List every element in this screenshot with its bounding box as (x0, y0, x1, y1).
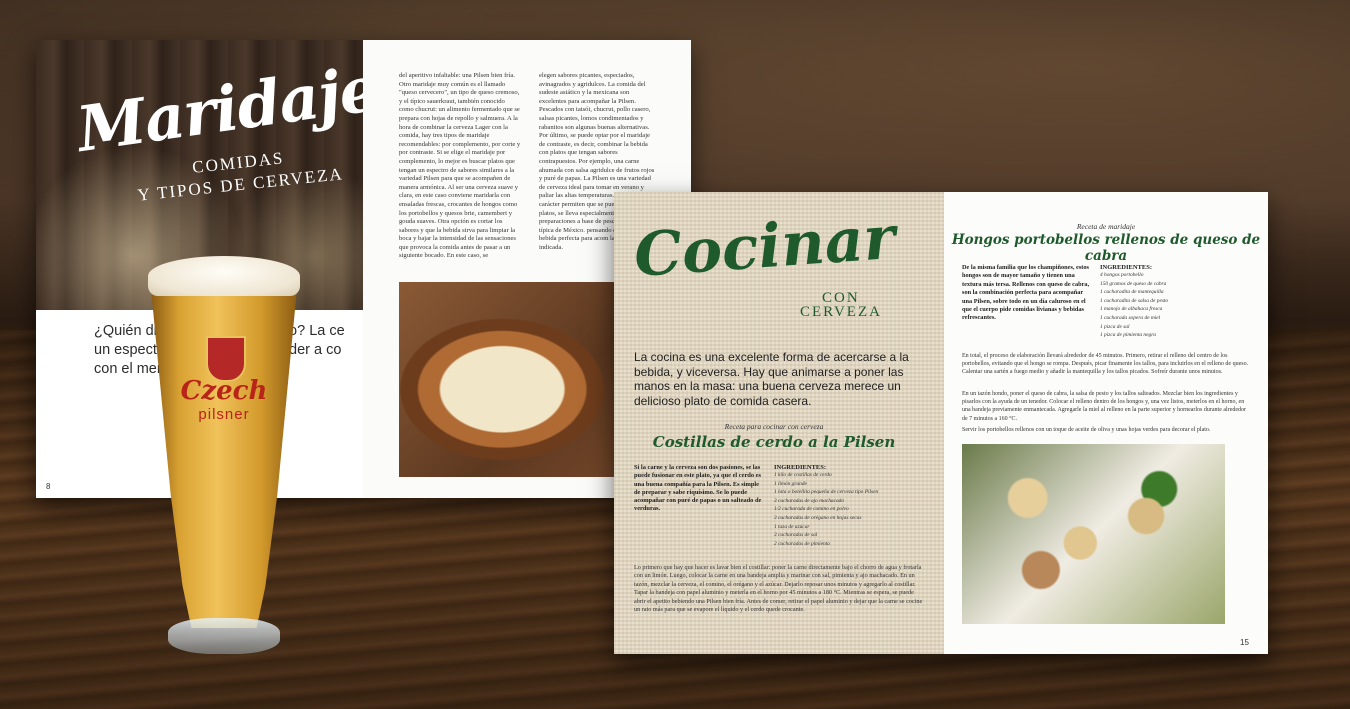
ingredient-item: 4 hongos portobello (1100, 272, 1144, 278)
ingredient-item: 1 taza de azúcar (774, 523, 810, 530)
beer-foam (148, 256, 300, 296)
ingredient-item: 2 cucharadas de pimienta (774, 540, 830, 547)
ingredient-item: 1 kilo de costillas de cerdo (774, 472, 832, 478)
ingredient-item: 1 cucharada sopera de miel (1100, 314, 1161, 321)
page-number: 8 (46, 482, 51, 491)
magazine-cocinar: Cocinar CON CERVEZA La cocina es una exc… (614, 192, 1268, 654)
ingredients-list: INGREDIENTES: 1 kilo de costillas de cer… (774, 464, 914, 548)
recipe-kicker: Receta para cocinar con cerveza (724, 422, 824, 431)
page-number: 15 (1240, 638, 1249, 647)
ingredient-item: 1/2 cucharada de comino en polvo (774, 506, 849, 513)
ingredient-item: 1 limón grande (774, 480, 807, 487)
recipe-title: Costillas de cerdo a la Pilsen (652, 433, 896, 451)
pairing-steps-3: Servir los portobellos rellenos con un t… (962, 427, 1211, 433)
ingredient-item: 150 gramos de queso de cabra (1100, 280, 1167, 287)
ingredients-heading: INGREDIENTES: (774, 464, 827, 471)
cocinar-title: Cocinar (631, 202, 898, 292)
cocinar-intro: La cocina es una excelente forma de acer… (634, 350, 909, 408)
magazine-maridajes: Maridajes COMIDAS Y TIPOS DE CERVEZA ¿Qu… (36, 40, 691, 498)
ingredient-item: 3 cucharadas de ajo machacado (774, 497, 845, 504)
ingredient-item: 1 pizca de pimienta negra (1100, 332, 1156, 339)
pairing-steps-1: En total, el proceso de elaboración llev… (962, 353, 1249, 376)
ingredients-heading: INGREDIENTES: (1100, 264, 1153, 271)
portobello-photo (962, 444, 1225, 624)
beer-glass-base (168, 618, 280, 654)
recipe-steps: Lo primero que hay que hacer es lavar bi… (634, 564, 923, 614)
pairing-steps-2: En un tazón hondo, poner el queso de cab… (962, 391, 1247, 422)
beer-glass-body (150, 278, 298, 628)
beer-glass: Czech pilsner (140, 256, 308, 654)
glass-brand-sub: pilsner (198, 406, 250, 423)
ingredient-item: 1 cucharadita de salsa de pesto (1100, 297, 1169, 304)
maridajes-column-1: del aperitivo infaltable: una Pilsen bie… (399, 72, 521, 260)
ingredient-item: 1 cucharadita de mantequilla (1100, 289, 1164, 296)
pairing-kicker: Receta de maridaje (1076, 222, 1136, 231)
pairing-ingredients: INGREDIENTES: 4 hongos portobello 150 gr… (1100, 264, 1240, 340)
pairing-lead: De la misma familia que los champiñones,… (962, 264, 1090, 322)
cocinar-right-page: Receta de maridaje Hongos portobellos re… (944, 192, 1268, 654)
ingredient-item: 3 cucharadas de orégano en hojas secas (774, 514, 862, 521)
pairing-title: Hongos portobellos rellenos de queso de … (951, 232, 1261, 264)
glass-brand: Czech (180, 376, 268, 406)
ingredient-item: 1 manojo de albahaca fresca (1100, 306, 1163, 313)
cocinar-left-page: Cocinar CON CERVEZA La cocina es una exc… (614, 192, 944, 654)
recipe-lead: Si la carne y la cerveza son dos pasione… (634, 464, 762, 513)
ingredient-item: 3 cucharadas de sal (774, 532, 818, 539)
cocinar-cerveza: CERVEZA (800, 304, 882, 320)
ingredient-item: 1 lata o botellita pequeña de cerveza ti… (774, 489, 879, 496)
ingredient-item: 1 pizca de sal (1100, 323, 1130, 330)
